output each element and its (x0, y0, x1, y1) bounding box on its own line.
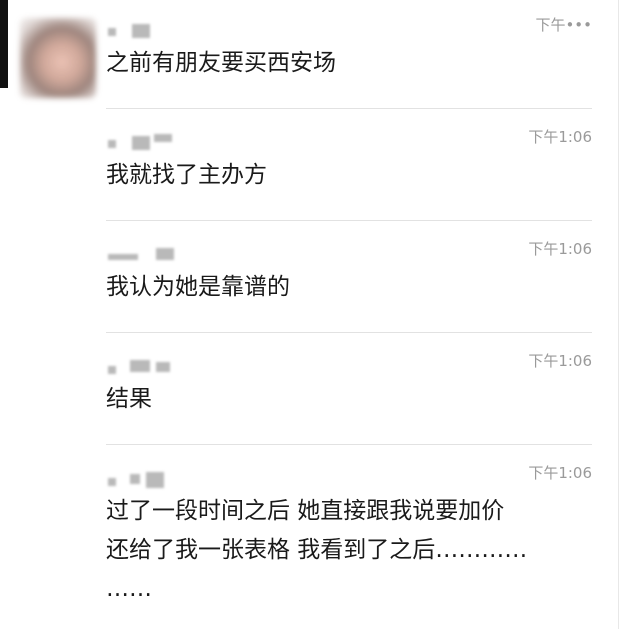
divider (106, 332, 592, 333)
message-item[interactable]: 下午1:06 结果 (106, 348, 592, 444)
message-text: 结果 (106, 386, 152, 412)
message-time: 下午1:06 (528, 240, 592, 258)
message-text: 我就找了主办方 (106, 162, 267, 188)
sender-name-blurred (108, 356, 178, 374)
avatar[interactable] (20, 18, 96, 98)
sender-name-blurred (108, 132, 178, 150)
message-item[interactable]: 下午1:06 我认为她是靠谱的 (106, 236, 592, 332)
message-time: 下午1:06 (528, 464, 592, 482)
message-time: 下午1:06 (528, 128, 592, 146)
sender-name-blurred (108, 244, 178, 262)
sender-name-blurred (108, 20, 178, 38)
message-text: 我认为她是靠谱的 (106, 274, 290, 300)
message-time: 下午1:06 (528, 352, 592, 370)
divider (106, 444, 592, 445)
message-item[interactable]: 下午••• 之前有朋友要买西安场 (106, 12, 592, 108)
message-item[interactable]: 下午1:06 过了一段时间之后 她直接跟我说要加价 还给了我一张表格 我看到了之… (106, 460, 592, 620)
window-edge (0, 0, 8, 88)
message-text: 之前有朋友要买西安场 (106, 50, 336, 76)
message-item[interactable]: 下午1:06 我就找了主办方 (106, 124, 592, 220)
divider (106, 220, 592, 221)
message-time: 下午••• (535, 16, 592, 34)
divider (106, 108, 592, 109)
message-text: 过了一段时间之后 她直接跟我说要加价 还给了我一张表格 我看到了之后………… …… (106, 498, 528, 602)
sender-name-blurred (108, 468, 178, 488)
